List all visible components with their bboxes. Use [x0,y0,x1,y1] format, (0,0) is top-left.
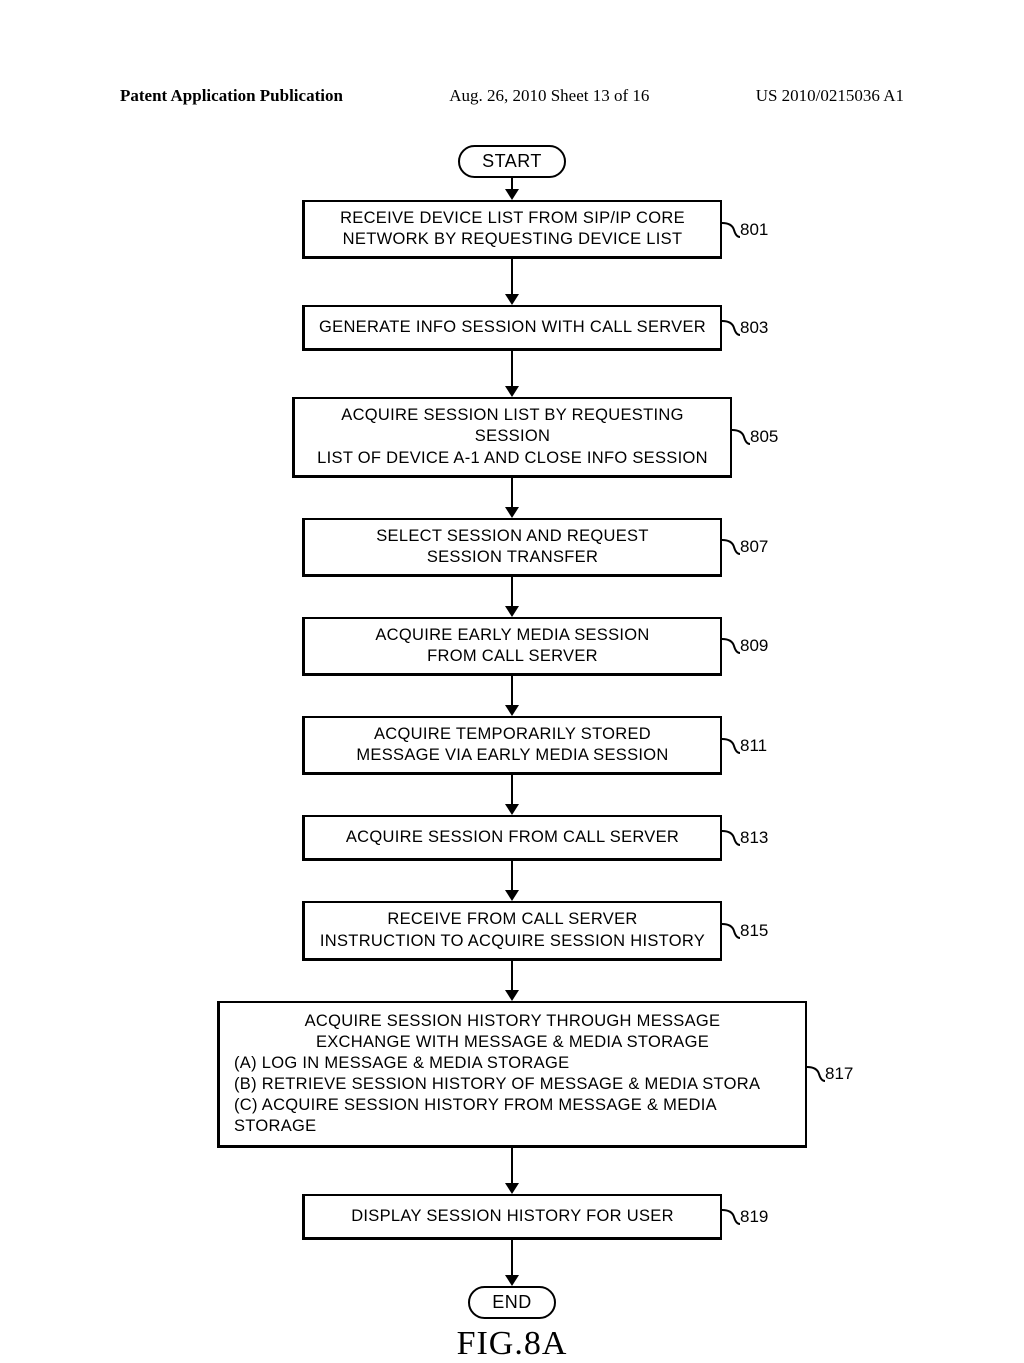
arrow-line [511,259,514,295]
leader-curve-icon [722,636,740,656]
step-809: ACQUIRE EARLY MEDIA SESSIONFROM CALL SER… [302,617,722,676]
process-box: RECEIVE FROM CALL SERVERINSTRUCTION TO A… [302,901,722,960]
step-id: 803 [740,318,768,338]
process-box: ACQUIRE SESSION FROM CALL SERVER [302,815,722,861]
process-line: ACQUIRE SESSION HISTORY THROUGH MESSAGE [234,1011,791,1032]
leader-curve-icon [722,318,740,338]
arrow-line [511,676,514,706]
arrow-head-icon [505,705,519,716]
step-811: ACQUIRE TEMPORARILY STOREDMESSAGE VIA EA… [302,716,722,775]
arrow-line [511,775,514,805]
process-box: DISPLAY SESSION HISTORY FOR USER [302,1194,722,1240]
step-id: 815 [740,921,768,941]
arrow [505,1148,519,1194]
step-id: 809 [740,636,768,656]
start-terminator: START [458,145,566,178]
arrow [505,961,519,1001]
header-right: US 2010/0215036 A1 [756,86,904,106]
arrow [505,676,519,716]
process-box: ACQUIRE EARLY MEDIA SESSIONFROM CALL SER… [302,617,722,676]
process-line: (B) RETRIEVE SESSION HISTORY OF MESSAGE … [234,1074,791,1095]
process-box: ACQUIRE TEMPORARILY STOREDMESSAGE VIA EA… [302,716,722,775]
arrow [505,259,519,305]
leader-curve-icon [807,1064,825,1084]
step-id: 813 [740,828,768,848]
arrow-head-icon [505,507,519,518]
end-terminator: END [468,1286,556,1319]
step-id: 801 [740,220,768,240]
process-line: (C) ACQUIRE SESSION HISTORY FROM MESSAGE… [234,1095,791,1137]
leader-curve-icon [722,220,740,240]
arrow [505,351,519,397]
arrow-head-icon [505,189,519,200]
arrow-head-icon [505,1275,519,1286]
step-id: 805 [750,427,778,447]
arrow-head-icon [505,294,519,305]
arrow-head-icon [505,1183,519,1194]
leader-curve-icon [722,828,740,848]
arrow-head-icon [505,990,519,1001]
step-id: 817 [825,1064,853,1084]
step-id: 819 [740,1207,768,1227]
step-819: DISPLAY SESSION HISTORY FOR USER 819 [302,1194,722,1240]
process-box: SELECT SESSION AND REQUESTSESSION TRANSF… [302,518,722,577]
arrow [505,478,519,518]
leader-curve-icon [722,537,740,557]
arrow [505,861,519,901]
arrow-line [511,1148,514,1184]
step-id: 811 [740,736,767,756]
step-801: RECEIVE DEVICE LIST FROM SIP/IP CORENETW… [302,200,722,259]
step-803: GENERATE INFO SESSION WITH CALL SERVER 8… [302,305,722,351]
leader-curve-icon [722,921,740,941]
process-line: EXCHANGE WITH MESSAGE & MEDIA STORAGE [234,1032,791,1053]
arrow-line [511,351,514,387]
header-left: Patent Application Publication [120,86,343,106]
step-id: 807 [740,537,768,557]
arrow [505,577,519,617]
arrow-line [511,577,514,607]
leader-curve-icon [732,427,750,447]
arrow-head-icon [505,890,519,901]
arrow [505,178,519,200]
page-header: Patent Application Publication Aug. 26, … [0,86,1024,106]
process-box: GENERATE INFO SESSION WITH CALL SERVER [302,305,722,351]
arrow-line [511,861,514,891]
process-box: ACQUIRE SESSION LIST BY REQUESTING SESSI… [292,397,732,477]
step-805: ACQUIRE SESSION LIST BY REQUESTING SESSI… [292,397,732,477]
step-815: RECEIVE FROM CALL SERVERINSTRUCTION TO A… [302,901,722,960]
step-817: ACQUIRE SESSION HISTORY THROUGH MESSAGE … [217,1001,807,1149]
arrow [505,775,519,815]
leader-curve-icon [722,736,740,756]
arrow-line [511,478,514,508]
arrow-line [511,961,514,991]
step-807: SELECT SESSION AND REQUESTSESSION TRANSF… [302,518,722,577]
process-box: ACQUIRE SESSION HISTORY THROUGH MESSAGE … [217,1001,807,1149]
process-box: RECEIVE DEVICE LIST FROM SIP/IP CORENETW… [302,200,722,259]
flowchart: START RECEIVE DEVICE LIST FROM SIP/IP CO… [0,145,1024,1363]
leader-curve-icon [722,1207,740,1227]
process-line: (A) LOG IN MESSAGE & MEDIA STORAGE [234,1053,791,1074]
arrow [505,1240,519,1286]
figure-label: FIG.8A [457,1325,568,1363]
arrow-head-icon [505,606,519,617]
arrow-line [511,1240,514,1276]
step-813: ACQUIRE SESSION FROM CALL SERVER 813 [302,815,722,861]
arrow-head-icon [505,804,519,815]
arrow-head-icon [505,386,519,397]
header-center: Aug. 26, 2010 Sheet 13 of 16 [449,86,649,106]
